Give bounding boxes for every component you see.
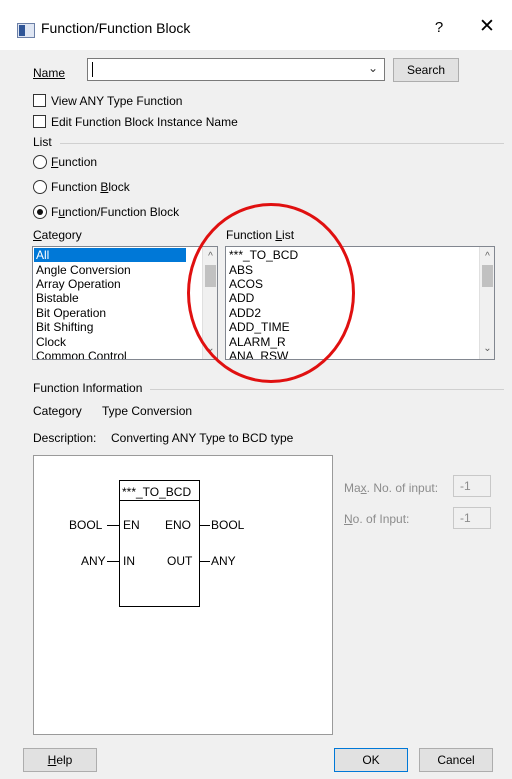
radio-function-block[interactable]	[33, 180, 47, 194]
block-header-divider	[119, 500, 200, 501]
search-button-label: Search	[406, 63, 446, 77]
text-caret	[92, 62, 93, 77]
view-any-type-checkbox[interactable]	[33, 94, 46, 107]
out-pin-type: ANY	[211, 554, 236, 568]
list-group-title: List	[33, 135, 52, 149]
info-description-label: Description:	[33, 431, 97, 445]
radio-function-label: Function	[51, 155, 98, 169]
category-item[interactable]: Clock	[36, 335, 66, 349]
view-any-type-label: View ANY Type Function	[51, 94, 183, 108]
block-diagram-panel: ***_TO_BCD BOOL EN ENO BOOL ANY IN OUT A…	[33, 455, 333, 735]
category-item[interactable]: Common Control	[36, 349, 127, 359]
info-description-value: Converting ANY Type to BCD type	[111, 431, 294, 445]
window-title: Function/Function Block	[41, 20, 191, 36]
ok-button[interactable]: OK	[334, 748, 408, 772]
num-inputs-field[interactable]: -1	[453, 507, 491, 529]
info-category-value: Type Conversion	[102, 404, 193, 418]
in-pin-name: EN	[123, 518, 140, 532]
function-info-title: Function Information	[33, 381, 143, 395]
category-item[interactable]: Bit Shifting	[36, 320, 93, 334]
radio-function-function-block[interactable]	[33, 205, 47, 219]
max-inputs-field[interactable]: -1	[453, 475, 491, 497]
category-item[interactable]: Bit Operation	[36, 306, 106, 320]
in-pin-name: IN	[123, 554, 135, 568]
radio-function[interactable]	[33, 155, 47, 169]
edit-fb-instance-label: Edit Function Block Instance Name	[51, 115, 238, 129]
help-button[interactable]: Help	[23, 748, 97, 772]
annotation-circle	[187, 203, 355, 383]
function-scrollbar[interactable]: ^ ⌄	[479, 247, 494, 359]
category-item[interactable]: Angle Conversion	[36, 263, 131, 277]
close-button[interactable]: ✕	[472, 16, 502, 40]
scroll-thumb[interactable]	[482, 265, 493, 287]
radio-function-block-label: Function Block	[51, 180, 130, 194]
chevron-down-icon[interactable]: ⌄	[480, 343, 494, 354]
max-inputs-label: Max. No. of input:	[344, 481, 439, 495]
info-category-label: Category	[33, 404, 82, 418]
pin-line	[107, 525, 119, 526]
cancel-button[interactable]: Cancel	[419, 748, 493, 772]
chevron-down-icon[interactable]: ⌄	[368, 61, 378, 75]
title-bar: Function/Function Block ? ✕	[0, 0, 512, 50]
category-header: Category	[33, 228, 82, 242]
context-help-button[interactable]: ?	[424, 16, 454, 40]
name-label: Name	[33, 66, 66, 80]
category-item-all[interactable]: All	[34, 248, 186, 262]
name-combobox[interactable]: ⌄	[87, 58, 385, 81]
pin-line	[107, 561, 119, 562]
in-pin-type: BOOL	[69, 518, 103, 532]
block-name: ***_TO_BCD	[122, 485, 192, 499]
group-divider	[60, 143, 504, 144]
category-item[interactable]: Bistable	[36, 291, 79, 305]
search-button[interactable]: Search	[393, 58, 459, 82]
chevron-up-icon[interactable]: ^	[480, 251, 494, 262]
out-pin-name: OUT	[167, 554, 193, 568]
num-inputs-label: No. of Input:	[344, 512, 410, 526]
pin-line	[200, 561, 210, 562]
function-dialog: Function/Function Block ? ✕ Name ⌄ Searc…	[0, 0, 512, 779]
radio-function-function-block-label: Function/Function Block	[51, 205, 180, 219]
category-item[interactable]: Array Operation	[36, 277, 121, 291]
app-icon	[17, 23, 35, 38]
out-pin-name: ENO	[165, 518, 192, 532]
edit-fb-instance-checkbox[interactable]	[33, 115, 46, 128]
in-pin-type: ANY	[81, 554, 106, 568]
out-pin-type: BOOL	[211, 518, 245, 532]
pin-line	[200, 525, 210, 526]
group-divider	[150, 389, 504, 390]
